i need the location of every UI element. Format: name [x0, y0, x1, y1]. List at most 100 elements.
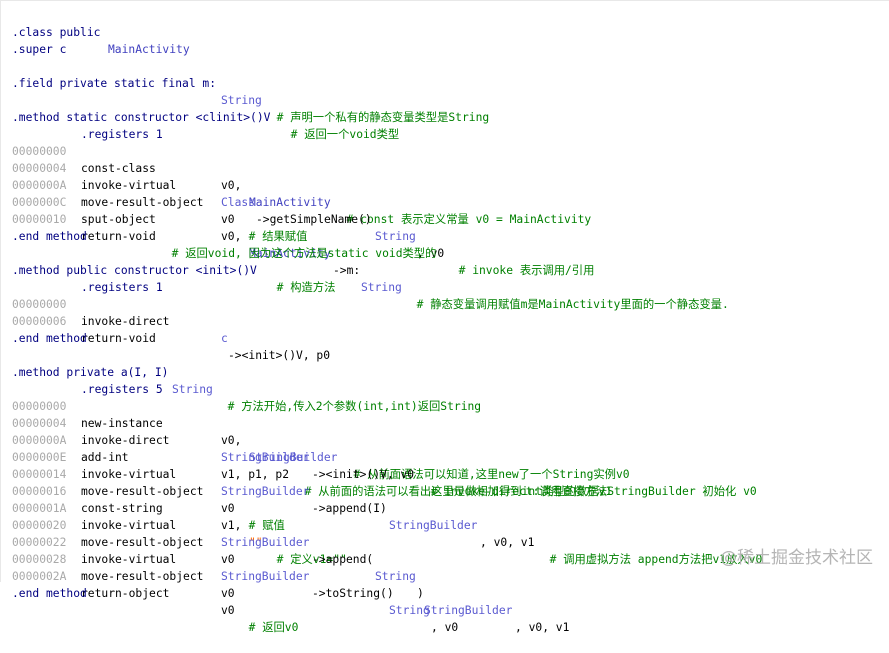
opcode-token: invoke-direct [81, 434, 170, 447]
code-line: 00000004 invoke-direct StringBuilder -><… [1, 398, 757, 498]
code-line: 00000016 const-string v1, "" # 定义v1="" [1, 466, 347, 566]
operand-token: , v0 [431, 621, 459, 634]
code-token: .end method [12, 230, 87, 243]
opcode-token: move-result-object [81, 570, 204, 583]
type-token: String [221, 94, 262, 107]
opcode-token: const-class [81, 162, 156, 175]
operand-token: v0 [221, 502, 235, 515]
comment-token: # 返回v0 [235, 621, 299, 634]
operand-token: -><init>()V, p0 [228, 349, 331, 362]
code-line: .class public MainActivity [1, 7, 190, 56]
comment-token: # 静态变量调用赋值m是MainActivity里面的一个静态变量. [403, 298, 729, 311]
operand-token: v0, [221, 230, 249, 243]
comment-token: # 从前面的语法可以看出这里是做相加得到int类型的数据v1 [291, 485, 613, 498]
operand-token: -><init>()V, v0 [312, 468, 415, 481]
operand-token: v1, [221, 519, 249, 532]
opcode-token: invoke-direct [81, 315, 170, 328]
class-name-token: MainActivity [108, 43, 190, 56]
operand-token: ->m: [333, 264, 361, 277]
comment-token: # 返回一个void类型 [277, 128, 400, 141]
type-token: StringBuilder [221, 485, 310, 498]
code-line: 00000000 const-class v0, MainActivity # … [1, 126, 591, 226]
code-line: 00000022 invoke-virtual StringBuilder ->… [1, 517, 458, 634]
code-token: .registers 1 [81, 281, 163, 294]
opcode-token: move-result-object [81, 536, 204, 549]
comment-token: # 构造方法 [263, 281, 336, 294]
operand-token: v0 [221, 587, 235, 600]
type-token: String [375, 230, 416, 243]
operand-token: , v0, v1 [515, 621, 570, 634]
opcode-token: return-void [81, 332, 156, 345]
code-line: .method public constructor <init>()V # 构… [1, 245, 335, 294]
type-token: StringBuilder [221, 570, 310, 583]
code-line: 00000028 move-result-object v0 [1, 534, 235, 600]
code-line: 00000000 invoke-direct c -><init>()V, p0 [1, 279, 330, 362]
code-token: .method public constructor <init>()V [12, 264, 257, 277]
opcode-token: add-int [81, 451, 129, 464]
opcode-token: new-instance [81, 417, 163, 430]
type-token: StringBuilder [389, 519, 478, 532]
opcode-token: return-object [81, 587, 170, 600]
operand-token: ->append( [312, 553, 374, 566]
operand-token: ->append(I) [312, 502, 387, 515]
comment-token: # invoke 表示调用/引用 [445, 264, 595, 277]
type-token: Class [221, 196, 256, 209]
code-line: 00000014 move-result-object v0 # 赋值 [1, 449, 285, 532]
code-token: .super c [12, 43, 67, 56]
operand-token: ->toString() [312, 587, 394, 600]
type-token: String [172, 383, 213, 396]
operand-token: , v0, v1 [480, 536, 535, 549]
opcode-token: move-result-object [81, 196, 204, 209]
type-token: String [389, 604, 430, 617]
code-line: .registers 5 [1, 364, 163, 396]
code-token: .method static constructor <clinit>()V [12, 111, 271, 124]
operand-token: v0, [221, 434, 249, 447]
operand-token: v0, [221, 179, 249, 192]
opcode-token: sput-object [81, 213, 156, 226]
code-line: 0000002A return-object v0 # 返回v0 [1, 551, 298, 634]
operand-token: v0 [221, 553, 235, 566]
comment-token: # 方法开始,传入2个参数(int,int)返回String [214, 400, 482, 413]
code-line: .end method [1, 313, 87, 345]
operand-token: ) [417, 587, 424, 600]
code-token: .registers 1 [81, 128, 163, 141]
code-line: 0000000C sput-object v0, MainActivity ->… [1, 177, 729, 311]
opcode-token: invoke-virtual [81, 179, 177, 192]
type-token: StringBuilder [221, 536, 310, 549]
code-line: 00000000 new-instance v0, StringBuilder … [1, 381, 630, 481]
code-line: .registers 1 [1, 262, 163, 294]
code-line: .super c [1, 24, 66, 56]
opcode-token: const-string [81, 502, 163, 515]
code-line: 0000000E invoke-virtual StringBuilder ->… [1, 432, 762, 566]
code-line: .method static constructor <clinit>()V #… [1, 92, 399, 141]
type-token: String [375, 570, 416, 583]
type-token: StringBuilder [424, 604, 513, 617]
code-line: .registers 1 [1, 109, 163, 141]
opcode-token: return-void [81, 230, 156, 243]
code-token: .end method [12, 332, 87, 345]
type-token: String [361, 281, 402, 294]
operand-token: v0 [221, 213, 235, 226]
code-line: 00000006 return-void [1, 296, 156, 345]
comment-token: # 返回void, 因为这个方法是static void类型的 [158, 247, 437, 260]
code-line: 0000000A add-int v1, p1, p2 # 从前面的语法可以看出… [1, 415, 612, 498]
code-line: .field private static final m: String # … [1, 58, 489, 124]
comment-token: # const 表示定义常量 v0 = MainActivity [333, 213, 592, 226]
code-editor[interactable]: .class public MainActivity .super c .fie… [0, 0, 889, 634]
code-line: .end method [1, 568, 87, 600]
opcode-token: move-result-object [81, 485, 204, 498]
code-line: .method private a(I, I) String # 方法开始,传入… [1, 347, 481, 413]
code-token: .field private static final m: [12, 77, 217, 90]
code-line: 0000000A move-result-object v0 # 结果赋值 [1, 160, 307, 243]
code-line: 00000004 invoke-virtual Class ->getSimpl… [1, 143, 594, 277]
watermark: @稀土掘金技术社区 [720, 548, 873, 568]
code-token: .registers 5 [81, 383, 163, 396]
operand-token: ->getSimpleName() [256, 213, 372, 226]
operand-token: v1, p1, p2 [221, 468, 290, 481]
code-token: .method private a(I, I) [12, 366, 169, 379]
class-name-token: MainActivity [249, 196, 331, 209]
code-line: .end method [1, 211, 87, 243]
opcode-token: invoke-virtual [81, 553, 177, 566]
opcode-token: invoke-virtual [81, 519, 177, 532]
operand-token: v0 [221, 604, 235, 617]
